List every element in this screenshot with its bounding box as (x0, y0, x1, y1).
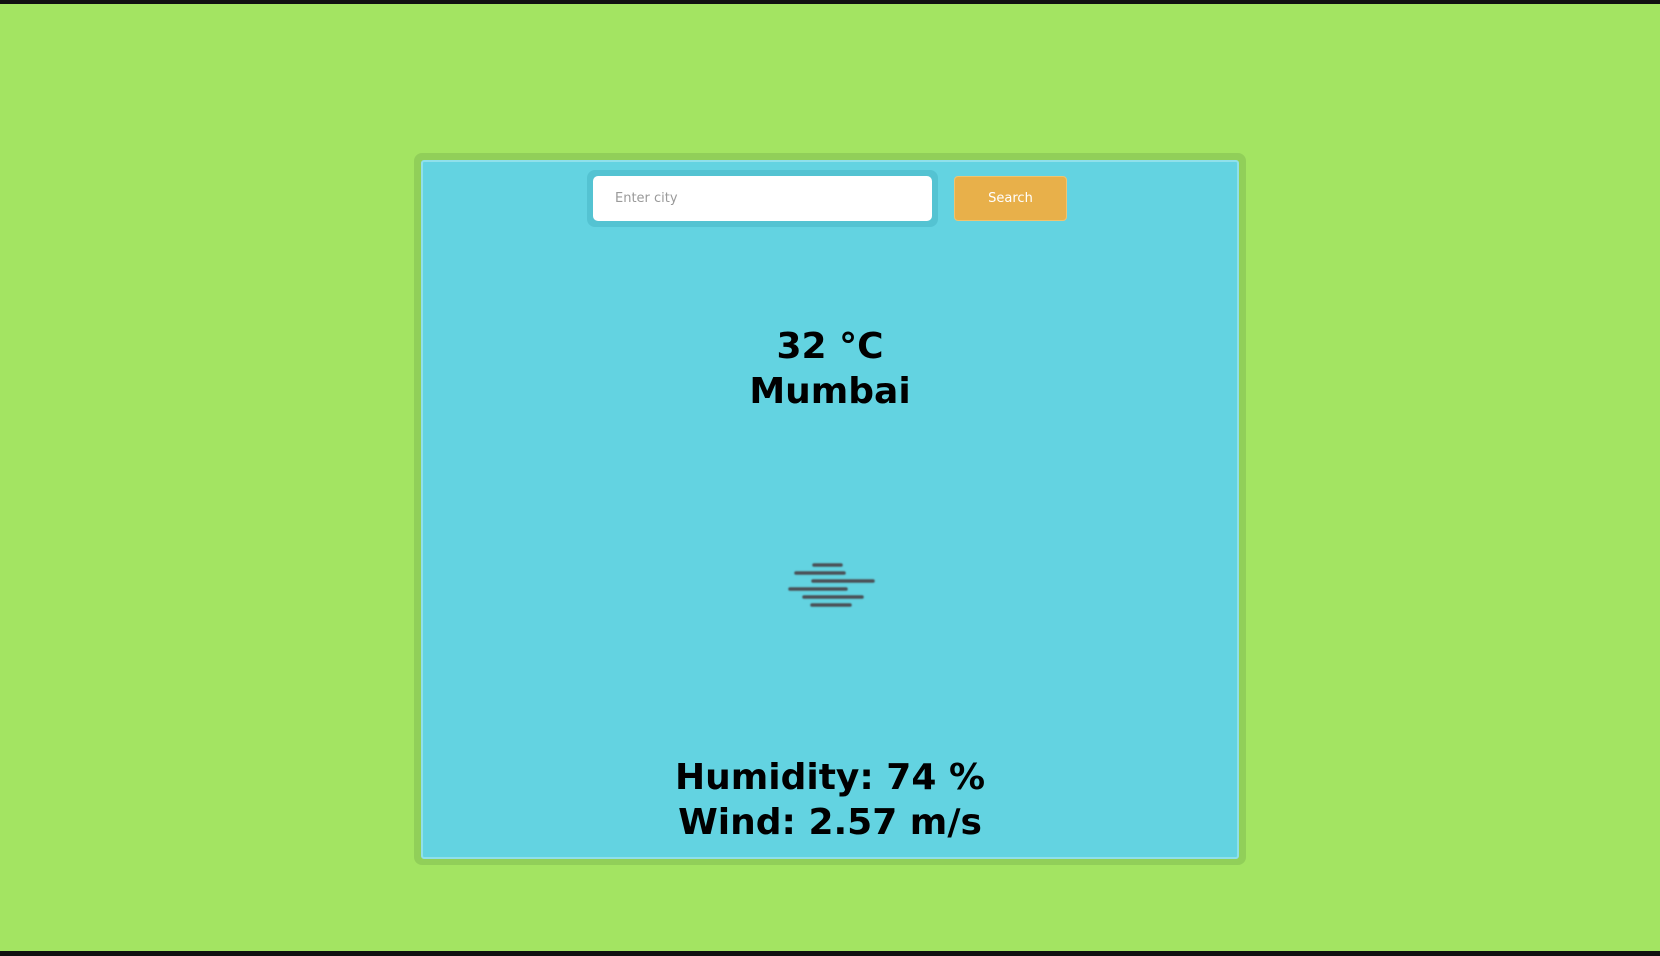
city-name: Mumbai (749, 371, 911, 412)
temperature-display: 32 °C (776, 326, 884, 367)
mist-icon (788, 563, 875, 607)
humidity-display: Humidity: 74 % (674, 757, 986, 798)
city-search-input[interactable] (593, 176, 932, 221)
weather-card (421, 160, 1239, 859)
search-button[interactable]: Search (954, 176, 1067, 221)
wind-display: Wind: 2.57 m/s (678, 802, 982, 843)
